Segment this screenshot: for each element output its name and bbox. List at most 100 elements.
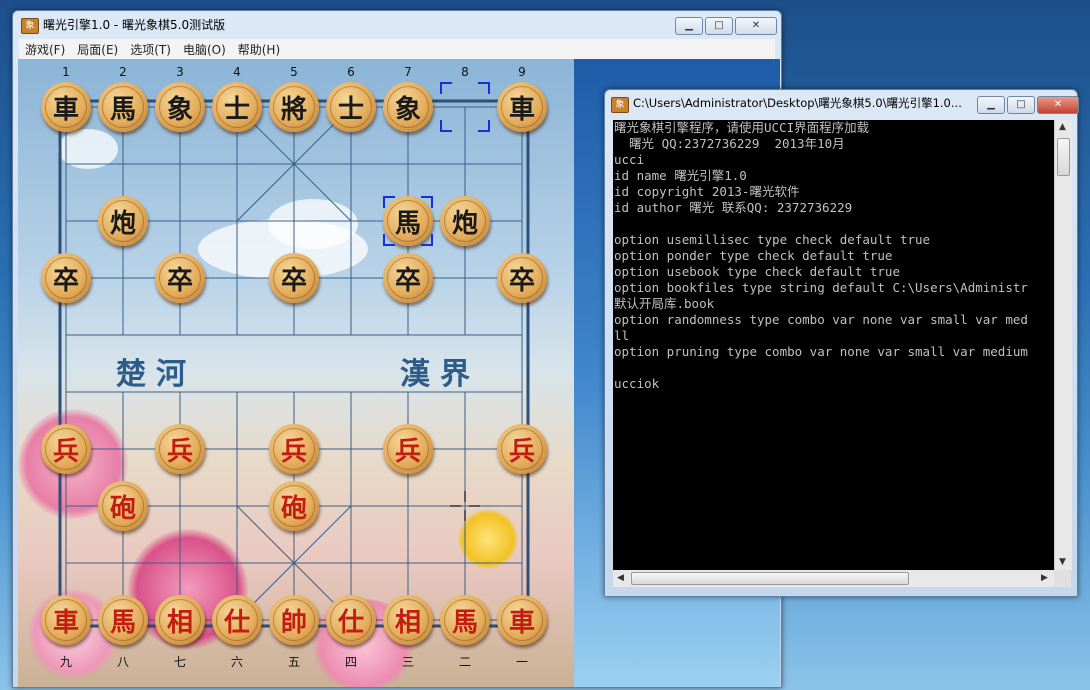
- black-piece[interactable]: 卒: [155, 253, 205, 303]
- piece-label: 兵: [501, 428, 543, 470]
- piece-label: 馬: [102, 599, 144, 641]
- black-piece[interactable]: 將: [269, 82, 319, 132]
- red-piece[interactable]: 兵: [269, 424, 319, 474]
- piece-label: 炮: [444, 200, 486, 242]
- vertical-scrollbar[interactable]: ▲ ▼: [1054, 120, 1072, 570]
- console-line: option usebook type check default true: [614, 264, 900, 279]
- file-number-top: 5: [290, 65, 298, 79]
- red-piece[interactable]: 車: [41, 595, 91, 645]
- piece-label: 士: [216, 86, 258, 128]
- menu-computer[interactable]: 电脑(O): [177, 39, 232, 59]
- black-piece[interactable]: 馬: [98, 82, 148, 132]
- file-number-top: 9: [518, 65, 526, 79]
- piece-label: 象: [387, 86, 429, 128]
- black-piece[interactable]: 卒: [269, 253, 319, 303]
- horizontal-scroll-thumb[interactable]: [631, 572, 909, 585]
- black-piece[interactable]: 象: [155, 82, 205, 132]
- piece-label: 象: [159, 86, 201, 128]
- file-number-top: 1: [62, 65, 70, 79]
- piece-label: 車: [501, 599, 543, 641]
- red-piece[interactable]: 兵: [155, 424, 205, 474]
- console-line: option randomness type combo var none va…: [614, 312, 1028, 327]
- menu-position[interactable]: 局面(E): [71, 39, 124, 59]
- red-piece[interactable]: 帥: [269, 595, 319, 645]
- river-label-left: 楚河: [116, 357, 196, 392]
- black-piece[interactable]: 炮: [98, 196, 148, 246]
- red-piece[interactable]: 砲: [269, 481, 319, 531]
- console-line: id author 曙光 联系QQ: 2372736229: [614, 200, 853, 215]
- piece-label: 卒: [159, 257, 201, 299]
- maximize-button[interactable]: □: [705, 17, 733, 35]
- console-minimize-button[interactable]: ▁: [977, 96, 1005, 114]
- menu-help[interactable]: 帮助(H): [232, 39, 286, 59]
- black-piece[interactable]: 炮: [440, 196, 490, 246]
- crosshair-cursor-icon: [450, 491, 480, 521]
- red-piece[interactable]: 馬: [440, 595, 490, 645]
- river-label-right: 漢界: [400, 357, 480, 392]
- red-piece[interactable]: 兵: [497, 424, 547, 474]
- menu-game[interactable]: 游戏(F): [19, 39, 71, 59]
- console-line: ucci: [614, 152, 645, 167]
- title-bar[interactable]: 象 曙光引擎1.0 - 曙光象棋5.0测试版 ▁ □ ✕: [13, 11, 781, 37]
- close-button[interactable]: ✕: [735, 17, 777, 35]
- scroll-left-arrow-icon[interactable]: ◀: [617, 573, 624, 583]
- piece-label: 砲: [273, 485, 315, 527]
- console-line: id name 曙光引擎1.0: [614, 168, 747, 183]
- red-piece[interactable]: 兵: [383, 424, 433, 474]
- black-piece[interactable]: 卒: [41, 253, 91, 303]
- piece-label: 卒: [387, 257, 429, 299]
- chess-board[interactable]: 123456789 九八七六五四三二一 楚河 漢界 車馬象士將士象車炮馬炮卒卒卒…: [18, 59, 574, 687]
- scroll-up-arrow-icon[interactable]: ▲: [1059, 122, 1066, 132]
- red-piece[interactable]: 馬: [98, 595, 148, 645]
- file-number-bottom: 六: [230, 655, 243, 669]
- red-piece[interactable]: 車: [497, 595, 547, 645]
- console-app-icon: 象: [611, 97, 629, 113]
- piece-label: 卒: [273, 257, 315, 299]
- red-piece[interactable]: 砲: [98, 481, 148, 531]
- red-piece[interactable]: 仕: [212, 595, 262, 645]
- vertical-scroll-thumb[interactable]: [1057, 138, 1070, 176]
- board-grid: [58, 99, 530, 628]
- black-piece[interactable]: 卒: [383, 253, 433, 303]
- black-piece[interactable]: 車: [497, 82, 547, 132]
- file-number-top: 3: [176, 65, 184, 79]
- piece-label: 車: [45, 86, 87, 128]
- file-number-bottom: 七: [173, 655, 186, 669]
- menu-bar: 游戏(F) 局面(E) 选项(T) 电脑(O) 帮助(H): [19, 39, 775, 59]
- file-number-top: 8: [461, 65, 469, 79]
- console-output[interactable]: 曙光象棋引擎程序，请使用UCCI界面程序加载 曙光 QQ:2372736229 …: [613, 120, 1054, 570]
- console-line: option pruning type combo var none var s…: [614, 344, 1028, 359]
- black-piece[interactable]: 卒: [497, 253, 547, 303]
- piece-label: 相: [387, 599, 429, 641]
- minimize-button[interactable]: ▁: [675, 17, 703, 35]
- console-line: option ponder type check default true: [614, 248, 893, 263]
- scroll-down-arrow-icon[interactable]: ▼: [1059, 557, 1066, 567]
- black-piece[interactable]: 車: [41, 82, 91, 132]
- console-line: 曙光象棋引擎程序，请使用UCCI界面程序加载: [614, 120, 870, 135]
- red-piece[interactable]: 兵: [41, 424, 91, 474]
- console-maximize-button[interactable]: □: [1007, 96, 1035, 114]
- file-number-top: 2: [119, 65, 127, 79]
- scroll-right-arrow-icon[interactable]: ▶: [1041, 573, 1048, 583]
- black-piece[interactable]: 象: [383, 82, 433, 132]
- black-piece[interactable]: 士: [212, 82, 262, 132]
- console-close-button[interactable]: ✕: [1037, 96, 1079, 114]
- file-number-bottom: 四: [344, 655, 357, 669]
- red-piece[interactable]: 相: [155, 595, 205, 645]
- piece-label: 士: [330, 86, 372, 128]
- red-piece[interactable]: 仕: [326, 595, 376, 645]
- piece-label: 砲: [102, 485, 144, 527]
- console-line: 默认开局库.book: [614, 296, 715, 311]
- menu-options[interactable]: 选项(T): [124, 39, 177, 59]
- console-title-bar[interactable]: 象 C:\Users\Administrator\Desktop\曙光象棋5.0…: [605, 90, 1079, 116]
- piece-label: 仕: [330, 599, 372, 641]
- window-title: 曙光引擎1.0 - 曙光象棋5.0测试版: [43, 18, 226, 32]
- console-line: option usemillisec type check default tr…: [614, 232, 931, 247]
- black-piece[interactable]: 士: [326, 82, 376, 132]
- red-piece[interactable]: 相: [383, 595, 433, 645]
- console-line: ucciok: [614, 376, 660, 391]
- horizontal-scrollbar[interactable]: ◀ ▶: [613, 570, 1054, 587]
- piece-label: 車: [501, 86, 543, 128]
